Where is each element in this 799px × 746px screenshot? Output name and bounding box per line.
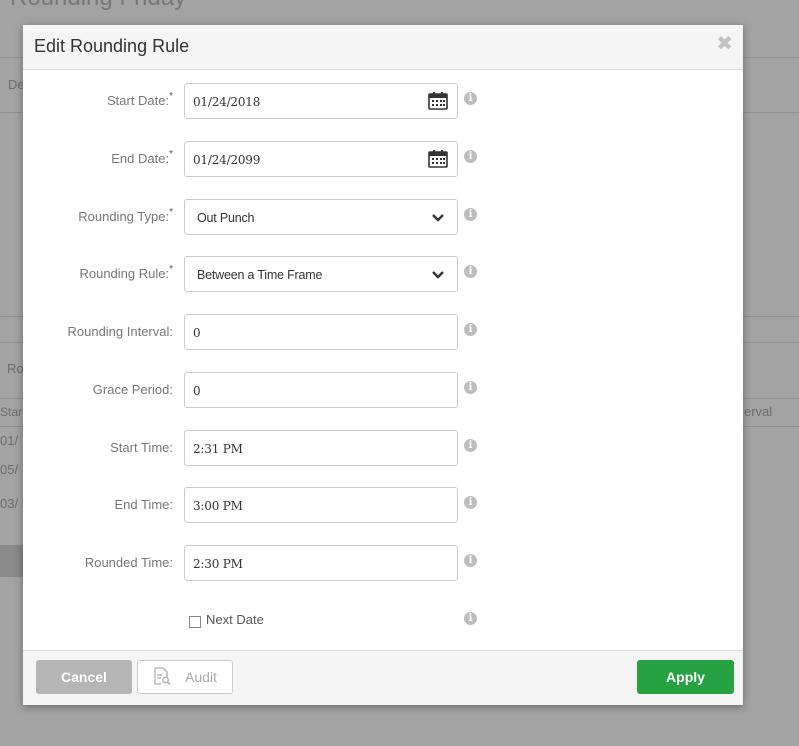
start-date-value: 01/24/2018 (193, 95, 261, 109)
modal-header: Edit Rounding Rule ✖ (23, 25, 743, 70)
document-search-icon (154, 667, 171, 685)
calendar-icon[interactable] (428, 92, 448, 110)
background-fragment: Star (0, 405, 23, 419)
rounding-rule-label: Rounding Rule:* (79, 264, 173, 281)
grace-period-value: 0 (193, 384, 201, 398)
end-date-input[interactable]: 01/24/2099 (184, 141, 458, 177)
background-page-title: Rounding Friday (10, 0, 186, 12)
info-icon[interactable]: i (464, 612, 477, 625)
grace-period-label: Grace Period: (92, 382, 173, 397)
end-date-label: End Date:* (111, 149, 173, 166)
info-icon[interactable]: i (464, 208, 477, 221)
end-time-input[interactable]: 3:00 PM (184, 487, 458, 523)
background-fragment: 05/ (0, 462, 19, 477)
rounding-type-row: Rounding Type:* Out Punch i (23, 199, 743, 237)
start-time-row: Start Time: 2:31 PM i (23, 430, 743, 468)
rounded-time-row: Rounded Time: 2:30 PM i (23, 545, 743, 583)
calendar-icon[interactable] (428, 150, 448, 168)
start-time-value: 2:31 PM (193, 442, 243, 456)
info-icon[interactable]: i (464, 150, 477, 163)
info-icon[interactable]: i (464, 265, 477, 278)
grace-period-row: Grace Period: 0 i (23, 372, 743, 410)
rounded-time-input[interactable]: 2:30 PM (184, 545, 458, 581)
info-icon[interactable]: i (464, 439, 477, 452)
start-date-row: Start Date:* 01/24/2018 i (23, 83, 743, 121)
rounding-interval-label: Rounding Interval: (67, 324, 173, 339)
end-time-row: End Time: 3:00 PM i (23, 487, 743, 525)
next-date-checkbox[interactable] (189, 616, 201, 628)
rounded-time-value: 2:30 PM (193, 557, 243, 571)
background-fragment: 03/ (0, 496, 19, 511)
apply-button[interactable]: Apply (637, 660, 734, 694)
start-time-input[interactable]: 2:31 PM (184, 430, 458, 466)
rounding-type-label: Rounding Type:* (78, 207, 173, 224)
edit-rounding-rule-dialog: Edit Rounding Rule ✖ Start Date:* 01/24/… (23, 25, 743, 705)
end-date-row: End Date:* 01/24/2099 i (23, 141, 743, 179)
modal-footer: Cancel Audit Apply (23, 650, 743, 705)
next-date-label[interactable]: Next Date (206, 612, 264, 627)
end-time-label: End Time: (114, 497, 173, 512)
rounding-rule-value: Between a Time Frame (197, 268, 323, 282)
info-icon[interactable]: i (464, 554, 477, 567)
chevron-down-icon (432, 214, 444, 222)
modal-title: Edit Rounding Rule (34, 36, 190, 56)
rounding-interval-input[interactable]: 0 (184, 314, 458, 350)
grace-period-input[interactable]: 0 (184, 372, 458, 408)
background-fragment: erval (744, 404, 773, 419)
close-icon[interactable]: ✖ (716, 31, 733, 56)
audit-label: Audit (185, 669, 217, 685)
audit-button[interactable]: Audit (137, 660, 233, 694)
start-time-label: Start Time: (110, 440, 173, 455)
rounding-rule-row: Rounding Rule:* Between a Time Frame i (23, 256, 743, 294)
end-date-value: 01/24/2099 (193, 153, 261, 167)
cancel-button[interactable]: Cancel (36, 660, 132, 694)
rounding-interval-row: Rounding Interval: 0 i (23, 314, 743, 352)
rounding-type-select[interactable]: Out Punch (184, 199, 458, 235)
rounding-interval-value: 0 (193, 326, 201, 340)
info-icon[interactable]: i (464, 92, 477, 105)
end-time-value: 3:00 PM (193, 499, 243, 513)
rounding-rule-select[interactable]: Between a Time Frame (184, 256, 458, 292)
start-date-label: Start Date:* (106, 91, 173, 108)
info-icon[interactable]: i (464, 496, 477, 509)
background-fragment: Ro (7, 361, 24, 376)
rounded-time-label: Rounded Time: (84, 555, 173, 570)
info-icon[interactable]: i (464, 323, 477, 336)
info-icon[interactable]: i (464, 381, 477, 394)
start-date-input[interactable]: 01/24/2018 (184, 83, 458, 119)
rounding-type-value: Out Punch (197, 211, 255, 225)
chevron-down-icon (432, 271, 444, 279)
background-fragment: 01/ (0, 433, 19, 448)
